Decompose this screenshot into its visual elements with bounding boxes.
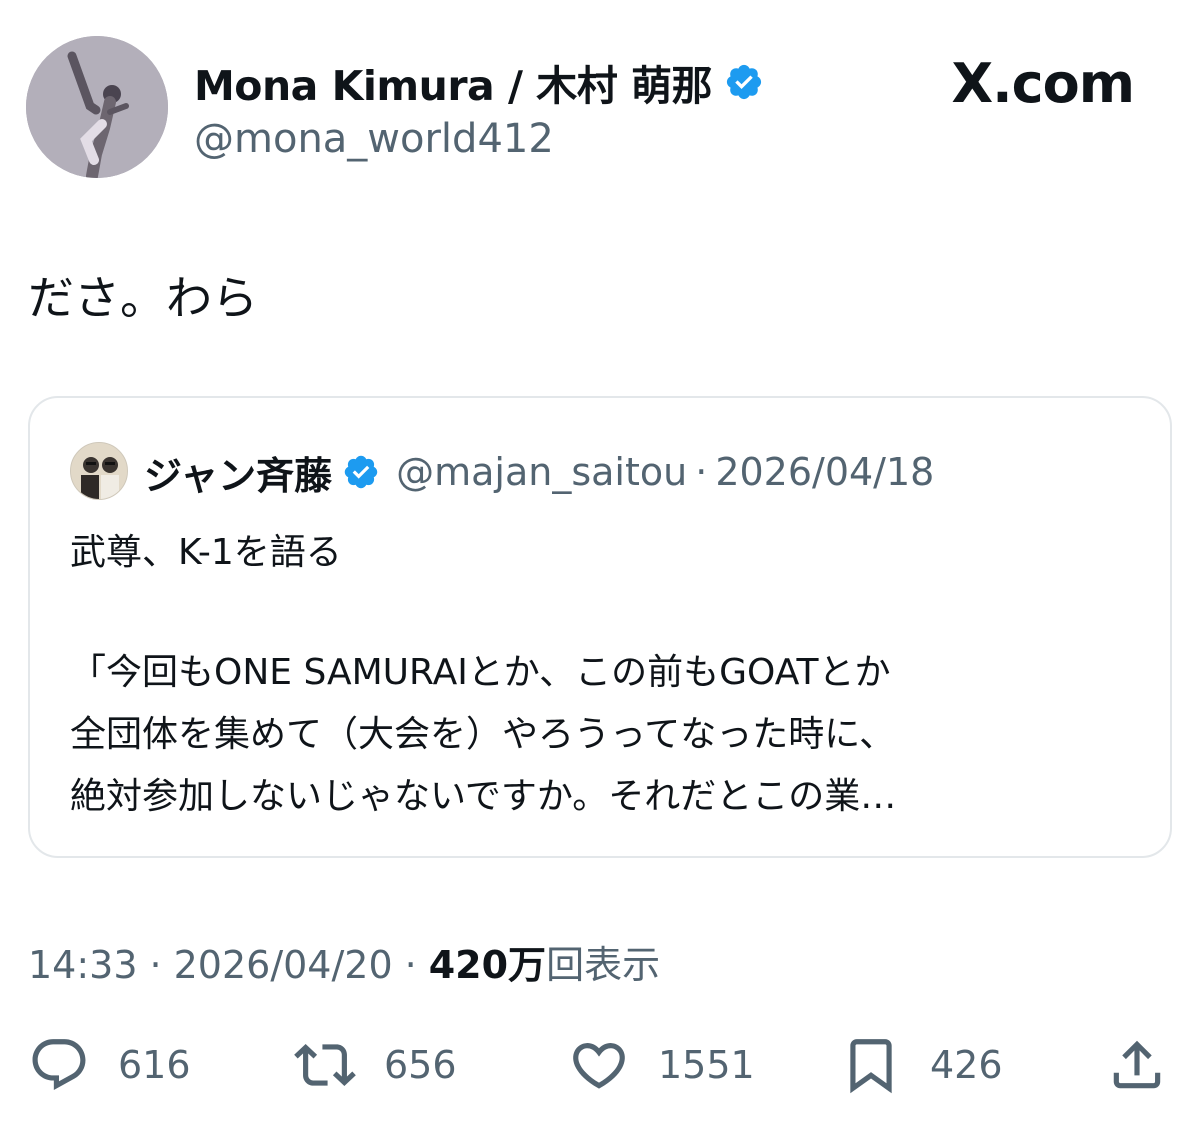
reply-count: 616 [118, 1043, 191, 1087]
like-icon [573, 1043, 625, 1089]
quoted-text-line: 絶対参加しないじゃないですか。それだとこの業… [70, 776, 897, 817]
meta-separator: · [404, 943, 417, 987]
author-avatar[interactable] [26, 36, 168, 178]
retweet-icon [294, 1044, 356, 1086]
action-bar: 616 656 1551 426 [28, 1032, 1172, 1102]
quoted-text-line: 武尊、K-1を語る [70, 532, 342, 573]
tweet-date[interactable]: 2026/04/20 [174, 943, 393, 987]
like-count: 1551 [658, 1043, 755, 1087]
verified-badge-icon [724, 62, 764, 102]
quoted-text-line: 全団体を集めて（大会を）やろうってなった時に、 [70, 714, 896, 755]
tweet-header: Mona Kimura / 木村 萌那 @mona_world412 X.com [26, 36, 1174, 180]
reply-button[interactable]: 616 [28, 1032, 191, 1098]
author-avatar-image [26, 36, 168, 178]
quoted-author-avatar [70, 442, 128, 500]
x-logo: X.com [951, 52, 1135, 115]
quoted-author-name[interactable]: ジャン斉藤 [144, 445, 332, 500]
quoted-text-line: 「今回もONE SAMURAIとか、この前もGOATとか [70, 652, 891, 693]
quoted-tweet-header: ジャン斉藤 @majan_saitou · 2026/04/18 [144, 442, 934, 502]
share-icon [1113, 1040, 1161, 1089]
tweet-time[interactable]: 14:33 [28, 943, 138, 987]
like-button[interactable]: 1551 [568, 1032, 755, 1098]
quoted-avatar-image [71, 443, 127, 499]
author-handle[interactable]: @mona_world412 [194, 116, 554, 162]
quoted-tweet-text: 武尊、K-1を語る 「今回もONE SAMURAIとか、この前もGOATとか 全… [70, 522, 1140, 828]
tweet-text: ださ。わら [28, 271, 258, 325]
views-label: 回表示 [546, 943, 661, 987]
views-count: 420万 [428, 943, 547, 987]
quoted-verified-badge-icon [342, 453, 380, 491]
tweet-meta: 14:33 · 2026/04/20 · 420万 回表示 [28, 934, 660, 989]
author-name-row: Mona Kimura / 木村 萌那 [194, 52, 764, 112]
reply-icon [32, 1039, 86, 1091]
retweet-count: 656 [384, 1043, 457, 1087]
quoted-author-handle[interactable]: @majan_saitou [396, 450, 687, 494]
quoted-tweet-card[interactable]: ジャン斉藤 @majan_saitou · 2026/04/18 武尊、K-1を… [28, 396, 1172, 858]
bookmark-count: 426 [930, 1043, 1003, 1087]
retweet-button[interactable]: 656 [294, 1032, 457, 1098]
share-button[interactable] [1106, 1032, 1168, 1098]
quoted-separator: · [695, 450, 708, 494]
bookmark-button[interactable]: 426 [840, 1032, 1003, 1098]
bookmark-icon [850, 1039, 892, 1094]
meta-separator: · [149, 943, 162, 987]
quoted-date[interactable]: 2026/04/18 [715, 450, 934, 494]
author-display-name[interactable]: Mona Kimura / 木村 萌那 [194, 52, 713, 112]
